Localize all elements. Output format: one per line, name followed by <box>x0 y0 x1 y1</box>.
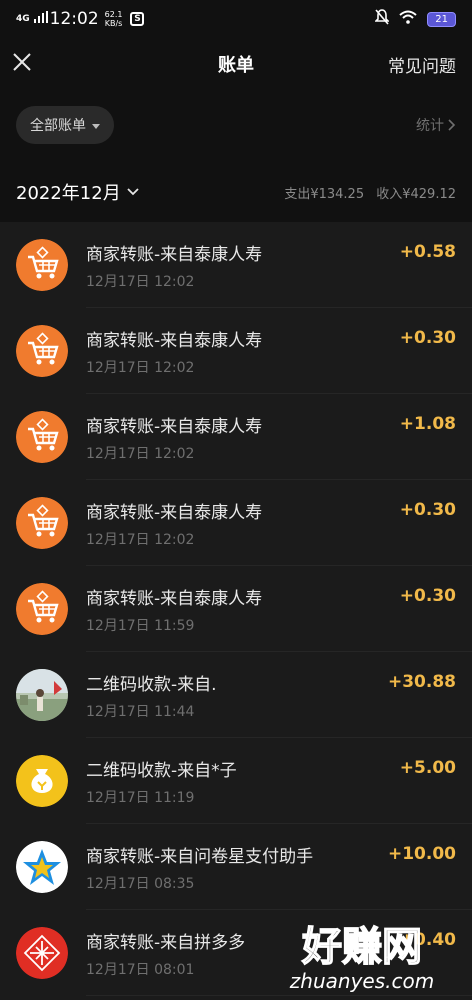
network-speed: 62.1 KB/s <box>104 10 123 28</box>
close-button[interactable] <box>10 50 34 74</box>
user-photo-avatar <box>16 669 68 721</box>
all-bills-label: 全部账单 <box>30 118 86 134</box>
star-icon <box>16 841 68 893</box>
income-total: 收入¥429.12 <box>376 186 456 202</box>
transaction-row[interactable]: 二维码收款-来自. 12月17日 11:44 +30.88 <box>0 652 472 738</box>
month-label: 2022年12月 <box>16 183 121 204</box>
filter-row: 全部账单 统计 <box>0 104 472 146</box>
battery-indicator: 21 <box>427 11 456 27</box>
transaction-row[interactable]: 商家转账-来自问卷星支付助手 12月17日 08:35 +10.00 <box>0 824 472 910</box>
mute-bell-icon <box>374 9 391 29</box>
shopping-cart-icon <box>16 325 68 377</box>
transaction-list: 商家转账-来自泰康人寿 12月17日 12:02 +0.58 商家转账-来自泰康… <box>0 222 472 1000</box>
transaction-amount: +0.58 <box>399 242 456 262</box>
transaction-title: 商家转账-来自泰康人寿 <box>86 417 263 437</box>
transaction-date: 12月17日 11:19 <box>86 790 195 806</box>
month-totals: 支出¥134.25 收入¥429.12 <box>276 183 456 202</box>
transaction-title: 二维码收款-来自. <box>86 675 217 695</box>
transaction-title: 商家转账-来自拼多多 <box>86 933 246 953</box>
transaction-row[interactable]: 商家转账-来自泰康人寿 12月17日 12:02 +0.58 <box>0 222 472 308</box>
transaction-title: 商家转账-来自泰康人寿 <box>86 245 263 265</box>
transaction-row[interactable]: 商家转账-来自拼多多 12月17日 08:01 +0.40 <box>0 910 472 996</box>
chevron-down-icon <box>127 188 139 196</box>
transaction-amount: +30.88 <box>387 672 456 692</box>
chevron-right-icon <box>448 119 456 131</box>
transaction-row[interactable]: 商家转账-来自泰康人寿 12月17日 12:02 +0.30 <box>0 480 472 566</box>
faq-link[interactable]: 常见问题 <box>388 52 456 77</box>
transaction-date: 12月17日 11:44 <box>86 704 195 720</box>
dropdown-triangle-icon <box>92 123 100 129</box>
transaction-amount: +0.30 <box>399 328 456 348</box>
money-bag-icon <box>16 755 68 807</box>
transaction-title: 商家转账-来自泰康人寿 <box>86 331 263 351</box>
transaction-row[interactable]: 商家转账-来自泰康人寿 12月17日 12:02 +1.08 <box>0 394 472 480</box>
transaction-title: 商家转账-来自问卷星支付助手 <box>86 847 314 867</box>
app-notification-icon: S <box>130 12 145 26</box>
all-bills-filter-button[interactable]: 全部账单 <box>16 106 114 144</box>
transaction-amount: +10.00 <box>387 844 456 864</box>
shopping-cart-icon <box>16 583 68 635</box>
transaction-amount: +0.30 <box>399 586 456 606</box>
transaction-date: 12月17日 11:59 <box>86 618 195 634</box>
wifi-icon <box>399 10 417 28</box>
transaction-title: 二维码收款-来自*子 <box>86 761 237 781</box>
transaction-title: 商家转账-来自泰康人寿 <box>86 589 263 609</box>
transaction-title: 商家转账-来自泰康人寿 <box>86 503 263 523</box>
pinduoduo-logo-icon <box>16 927 68 979</box>
network-indicator: 4G <box>16 13 30 24</box>
transaction-row[interactable]: 二维码收款-来自*子 12月17日 11:19 +5.00 <box>0 738 472 824</box>
top-app-bar: 账单 常见问题 <box>0 38 472 90</box>
signal-icon <box>33 11 48 27</box>
transaction-amount: +5.00 <box>399 758 456 778</box>
status-right: 21 <box>374 9 456 29</box>
transaction-date: 12月17日 12:02 <box>86 360 195 376</box>
shopping-cart-icon <box>16 411 68 463</box>
expense-total: 支出¥134.25 <box>284 186 365 202</box>
transaction-date: 12月17日 12:02 <box>86 446 195 462</box>
status-bar: 4G 12:02 62.1 KB/s S 21 <box>0 0 472 38</box>
transaction-date: 12月17日 12:02 <box>86 532 195 548</box>
transaction-amount: +0.30 <box>399 500 456 520</box>
shopping-cart-icon <box>16 497 68 549</box>
transaction-date: 12月17日 08:35 <box>86 876 195 892</box>
month-selector[interactable]: 2022年12月 <box>16 179 139 205</box>
transaction-row[interactable]: 商家转账-来自泰康人寿 12月17日 12:02 +0.30 <box>0 308 472 394</box>
shopping-cart-icon <box>16 239 68 291</box>
month-summary-row: 2022年12月 支出¥134.25 收入¥429.12 <box>0 164 472 220</box>
transaction-row[interactable]: 商家转账-来自泰康人寿 12月17日 11:59 +0.30 <box>0 566 472 652</box>
statistics-label: 统计 <box>416 118 444 134</box>
clock: 12:02 <box>49 9 99 29</box>
transaction-date: 12月17日 08:01 <box>86 962 195 978</box>
transaction-date: 12月17日 12:02 <box>86 274 195 290</box>
close-icon <box>13 53 31 71</box>
transaction-amount: +0.40 <box>399 930 456 950</box>
page-title: 账单 <box>218 55 254 76</box>
transaction-amount: +1.08 <box>399 414 456 434</box>
statistics-link[interactable]: 统计 <box>416 115 456 135</box>
